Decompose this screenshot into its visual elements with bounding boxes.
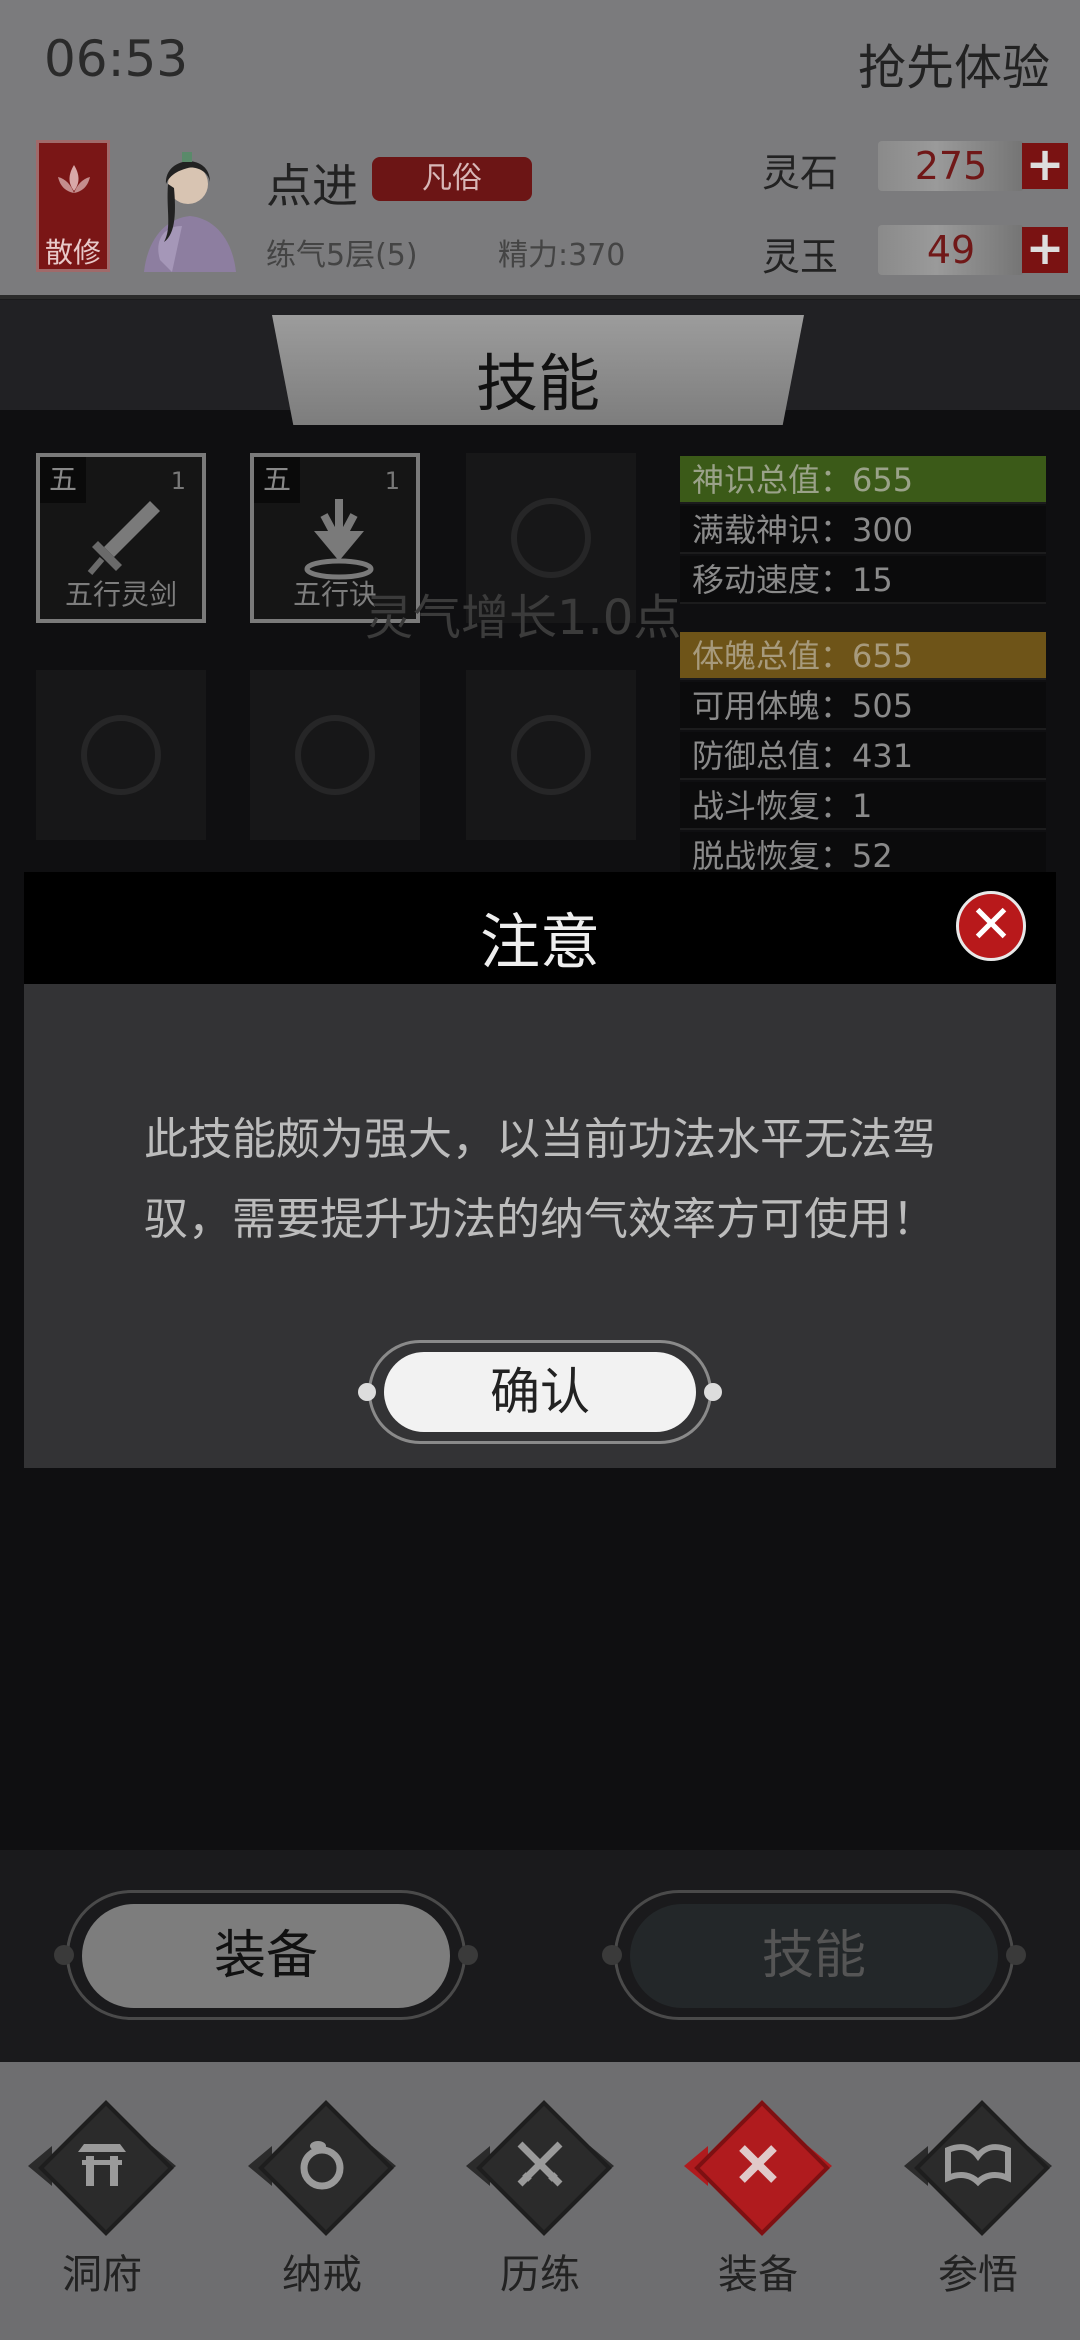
- energy-value: 精力:370: [498, 238, 626, 273]
- stat-row: 移动速度：15: [680, 556, 1046, 604]
- realm-badge: 凡俗: [372, 157, 532, 201]
- sect-badge[interactable]: 散修: [36, 140, 110, 272]
- stat-row: 防御总值：431: [680, 732, 1046, 780]
- stat-header-body: 体魄总值：655: [680, 632, 1046, 680]
- spirit-stone-value: 275: [878, 141, 1024, 191]
- spirit-jade-label: 灵玉: [762, 235, 839, 279]
- spirit-stone-label: 灵石: [762, 151, 839, 195]
- nav-label: 历练: [500, 2252, 580, 2298]
- decor-dot: [602, 1945, 622, 1965]
- sword-icon: [87, 501, 160, 575]
- spirit-jade-value: 49: [878, 225, 1024, 275]
- stat-header-spirit: 神识总值：655: [680, 456, 1046, 504]
- nav-label: 纳戒: [282, 2252, 362, 2298]
- storage-ring-icon: [300, 2141, 344, 2190]
- cultivation-level: 练气5层(5): [266, 238, 418, 273]
- skill-level: 1: [384, 467, 400, 495]
- early-access-label[interactable]: 抢先体验: [858, 28, 1050, 98]
- dialog-header: 注意: [24, 872, 1056, 984]
- confirm-button[interactable]: 确认: [384, 1352, 696, 1432]
- dialog-message: 此技能颇为强大，以当前功法水平无法驾 驭，需要提升功法的纳气效率方可使用！: [100, 1100, 980, 1260]
- nav-item-cave[interactable]: 洞府: [12, 2080, 192, 2320]
- nav-item-enlightenment[interactable]: 参悟: [888, 2080, 1068, 2320]
- empty-skill-slot[interactable]: [250, 670, 420, 840]
- empty-slot-icon: [81, 715, 161, 795]
- clock: 06:53: [44, 30, 189, 88]
- add-spirit-jade-button[interactable]: +: [1022, 225, 1068, 273]
- dialog-message-line: 驭，需要提升功法的纳气效率方可使用！: [144, 1194, 936, 1245]
- tab-equip[interactable]: 装备: [82, 1904, 450, 2008]
- decor-dot: [458, 1945, 478, 1965]
- decor-dot: [54, 1945, 74, 1965]
- descending-strike-icon: [304, 499, 374, 580]
- cave-dwelling-icon: [78, 2144, 126, 2186]
- open-book-icon: [945, 2144, 1011, 2187]
- add-spirit-stone-button[interactable]: +: [1022, 141, 1068, 189]
- decor-dot: [704, 1383, 722, 1401]
- empty-slot-icon: [295, 715, 375, 795]
- stat-row: 满载神识：300: [680, 506, 1046, 554]
- skill-level: 1: [170, 467, 186, 495]
- empty-skill-slot[interactable]: [36, 670, 206, 840]
- dialog-title: 注意: [480, 908, 600, 978]
- nav-label: 参悟: [938, 2252, 1018, 2298]
- close-button[interactable]: ✕: [956, 891, 1026, 961]
- sect-label: 散修: [44, 236, 101, 269]
- stat-row: 可用体魄：505: [680, 682, 1046, 730]
- tab-skills[interactable]: 技能: [630, 1904, 998, 2008]
- empty-slot-icon: [511, 715, 591, 795]
- decor-dot: [358, 1383, 376, 1401]
- nav-item-equipment[interactable]: 装备: [668, 2080, 848, 2320]
- panel-title: 技能: [272, 315, 804, 425]
- empty-slot-icon: [511, 498, 591, 578]
- close-icon: ✕: [969, 895, 1013, 955]
- avatar[interactable]: [124, 140, 256, 272]
- decor-dot: [1006, 1945, 1026, 1965]
- nav-label: 装备: [718, 2252, 798, 2298]
- lotus-icon: [58, 165, 90, 193]
- panel-title-text: 技能: [475, 347, 600, 420]
- dialog-message-line: 此技能颇为强大，以当前功法水平无法驾: [144, 1114, 936, 1165]
- skill-name: 五行灵剑: [64, 578, 177, 611]
- equipment-close-icon: [739, 2145, 777, 2183]
- empty-skill-slot[interactable]: [466, 670, 636, 840]
- stat-row: 战斗恢复：1: [680, 782, 1046, 830]
- nav-label: 洞府: [62, 2252, 142, 2298]
- crossed-swords-icon: [517, 2141, 563, 2187]
- nav-item-ring[interactable]: 纳戒: [232, 2080, 412, 2320]
- skill-slot[interactable]: 五 1 五行灵剑: [36, 453, 206, 623]
- floating-notice: 灵气增长1.0点: [365, 590, 682, 646]
- nav-item-training[interactable]: 历练: [450, 2080, 630, 2320]
- player-name: 点进: [266, 159, 358, 213]
